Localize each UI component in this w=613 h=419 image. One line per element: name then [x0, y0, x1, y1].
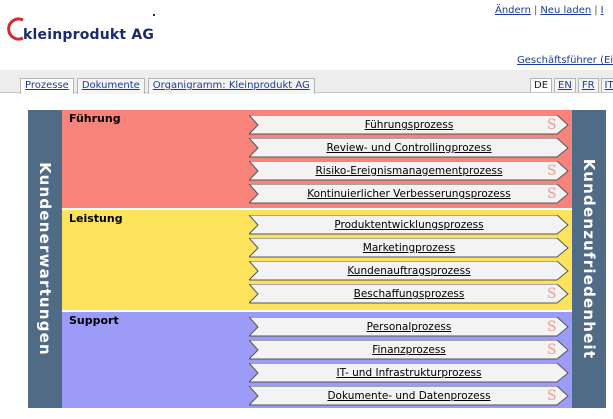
process-item[interactable]: Personalprozess S	[249, 317, 569, 337]
lang-it[interactable]: IT	[600, 78, 613, 92]
reload-link[interactable]: Neu laden	[540, 5, 591, 16]
process-item[interactable]: Beschaffungsprozess S	[249, 284, 569, 304]
logo-text: kleinprodukt AG	[23, 27, 155, 43]
tabs: Prozesse Dokumente Organigramm: Kleinpro…	[20, 78, 318, 94]
s-icon[interactable]: S	[547, 115, 557, 135]
process-link[interactable]: IT- und Infrastrukturprozess	[249, 363, 569, 383]
band-title: Führung	[69, 112, 121, 125]
user-role-link[interactable]: Geschäftsführer (Eigner	[517, 55, 613, 66]
process-link[interactable]: Marketingprozess	[249, 238, 569, 258]
process-item[interactable]: Finanzprozess S	[249, 340, 569, 360]
user-role: Geschäftsführer (Eigner	[517, 55, 613, 66]
customer-satisfaction-label: Kundenzufriedenheit	[580, 158, 598, 360]
lang-en[interactable]: EN	[554, 78, 576, 92]
band-fuehrung: Führung Führungsprozess S Review- und Contr…	[62, 110, 572, 208]
customer-expectations-label: Kundenerwartungen	[36, 162, 54, 356]
s-icon[interactable]: S	[547, 284, 557, 304]
process-item[interactable]: Führungsprozess S	[249, 115, 569, 135]
process-item[interactable]: Risiko-Ereignismanagementprozess S	[249, 161, 569, 181]
separator: |	[533, 5, 538, 16]
change-link[interactable]: Ändern	[495, 5, 531, 16]
process-item[interactable]: Kontinuierlicher Verbesserungsprozess S	[249, 184, 569, 204]
s-icon[interactable]: S	[547, 161, 557, 181]
top-links: Ändern | Neu laden | I	[495, 5, 604, 16]
lang-label[interactable]: IT	[605, 80, 613, 91]
lang-fr[interactable]: FR	[577, 78, 599, 92]
process-link[interactable]: Kundenauftragsprozess	[249, 261, 569, 281]
lang-label[interactable]: FR	[582, 80, 595, 91]
process-item[interactable]: Review- und Controllingprozess	[249, 138, 569, 158]
lang-de[interactable]: DE	[530, 78, 553, 92]
logo-dot	[153, 14, 155, 16]
process-link[interactable]: Produktentwicklungsprozess	[249, 215, 569, 235]
process-link[interactable]: Personalprozess	[249, 317, 569, 337]
band-title: Support	[69, 314, 119, 327]
band-title: Leistung	[69, 212, 123, 225]
s-icon[interactable]: S	[547, 317, 557, 337]
process-item[interactable]: Kundenauftragsprozess	[249, 261, 569, 281]
process-link[interactable]: Kontinuierlicher Verbesserungsprozess	[249, 184, 569, 204]
tab-label[interactable]: Prozesse	[25, 80, 69, 91]
process-item[interactable]: Marketingprozess	[249, 238, 569, 258]
process-link[interactable]: Beschaffungsprozess	[249, 284, 569, 304]
band-leistung: Leistung Produktentwicklungsprozess Market…	[62, 210, 572, 310]
customer-expectations-bar: Kundenerwartungen	[28, 110, 62, 408]
tab-processes[interactable]: Prozesse	[20, 78, 74, 94]
language-tabs: DE EN FR IT	[528, 78, 613, 92]
band-support: Support Personalprozess S Finanzprozess S IT-…	[62, 312, 572, 408]
lang-label[interactable]: EN	[558, 80, 572, 91]
process-link[interactable]: Risiko-Ereignismanagementprozess	[249, 161, 569, 181]
process-item[interactable]: IT- und Infrastrukturprozess	[249, 363, 569, 383]
tab-label[interactable]: Organigramm: Kleinprodukt AG	[153, 80, 310, 91]
process-link[interactable]: Finanzprozess	[249, 340, 569, 360]
tab-bar: Prozesse Dokumente Organigramm: Kleinpro…	[0, 70, 613, 94]
process-link[interactable]: Führungsprozess	[249, 115, 569, 135]
tab-organigram[interactable]: Organigramm: Kleinprodukt AG	[147, 78, 315, 94]
process-link[interactable]: Review- und Controllingprozess	[249, 138, 569, 158]
company-logo: kleinprodukt AG	[7, 12, 157, 48]
tab-label[interactable]: Dokumente	[82, 80, 140, 91]
process-item[interactable]: Dokumente- und Datenprozess S	[249, 386, 569, 406]
s-icon[interactable]: S	[547, 340, 557, 360]
separator: |	[594, 5, 598, 16]
tab-documents[interactable]: Dokumente	[76, 78, 145, 94]
process-link[interactable]: Dokumente- und Datenprozess	[249, 386, 569, 406]
process-item[interactable]: Produktentwicklungsprozess	[249, 215, 569, 235]
info-link[interactable]: I	[601, 5, 604, 16]
customer-satisfaction-bar: Kundenzufriedenheit	[572, 110, 606, 408]
s-icon[interactable]: S	[547, 184, 557, 204]
s-icon[interactable]: S	[547, 386, 557, 406]
